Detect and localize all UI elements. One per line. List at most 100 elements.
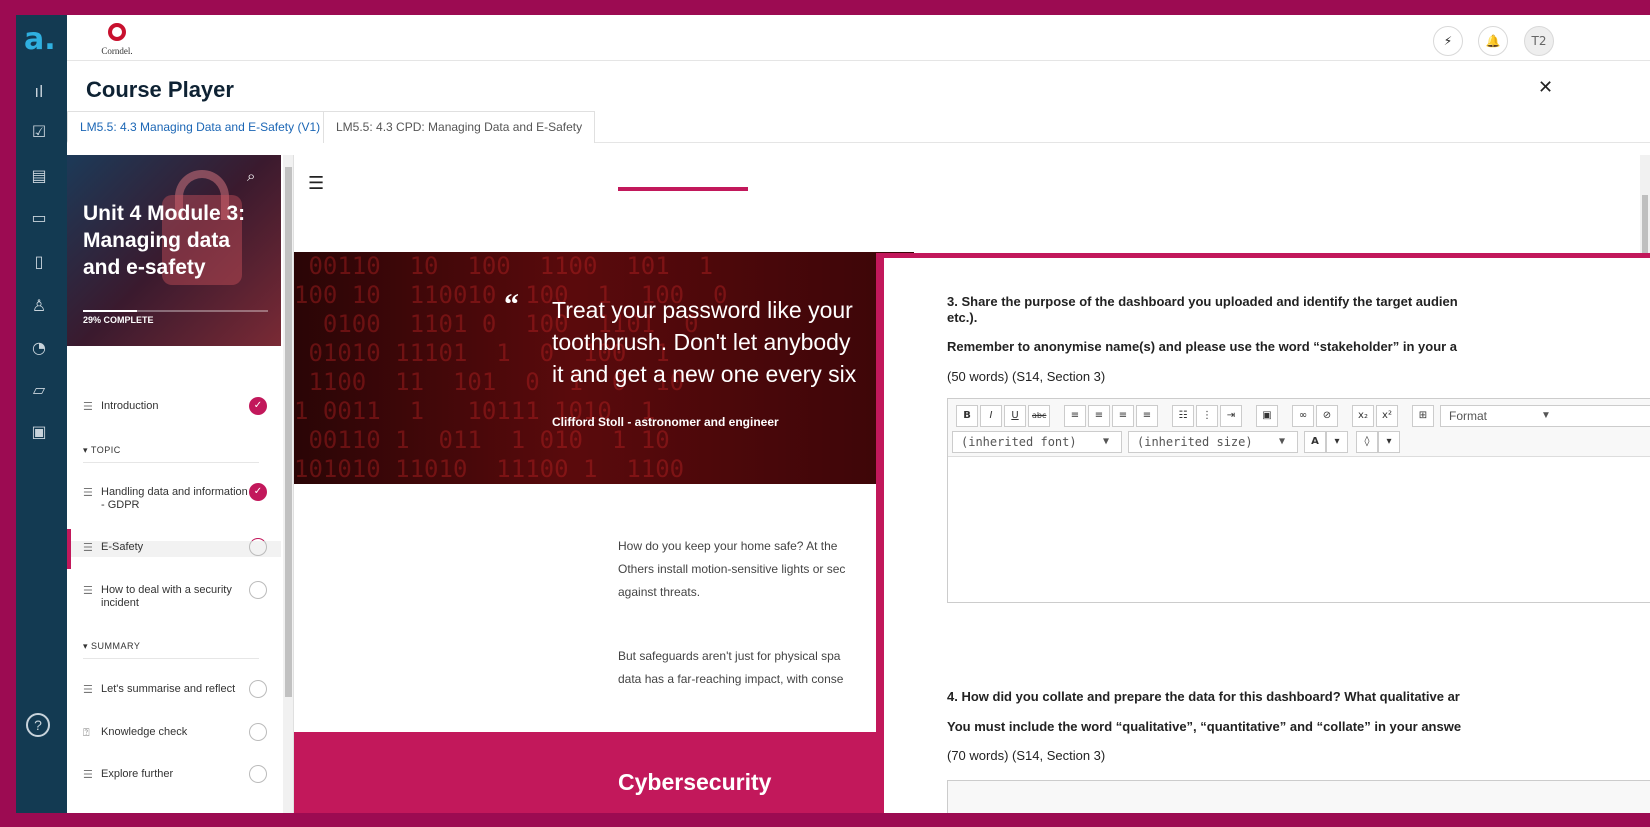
- quote-banner: 00110 10 100 1100 101 1 100 10 110010 10…: [294, 252, 914, 484]
- image-icon[interactable]: ▣: [1256, 405, 1278, 427]
- question-3-text-cont: etc.).: [947, 310, 978, 325]
- size-select[interactable]: (inherited size) ▼: [1128, 431, 1298, 453]
- bar-chart-icon[interactable]: ıl: [28, 81, 50, 103]
- chevron-down-icon: ▼: [1541, 410, 1551, 421]
- bullet-list-icon[interactable]: ☷: [1172, 405, 1194, 427]
- nav-rail: a. ıl ☑ ▤ ▭ ▯ ♙ ◔ ▱ ▣ ?: [16, 15, 67, 813]
- question-4-instruction: You must include the word “qualitative”,…: [947, 719, 1462, 734]
- assignment-panel: 3. Share the purpose of the dashboard yo…: [876, 253, 1650, 813]
- content-scroll-thumb[interactable]: [1642, 195, 1648, 255]
- complete-check-icon: ✓: [249, 483, 267, 501]
- align-right-icon[interactable]: ≡: [1112, 405, 1134, 427]
- quote-line: Treat your password like your: [552, 297, 853, 323]
- app-window: a. ıl ☑ ▤ ▭ ▯ ♙ ◔ ▱ ▣ ? Corndel. ⚡ 🔔 T2 …: [16, 15, 1650, 813]
- italic-button[interactable]: I: [980, 405, 1002, 427]
- course-progress-bar: [83, 310, 268, 312]
- paragraph-line: But safeguards aren't just for physical …: [618, 649, 841, 663]
- lesson-e-safety[interactable]: ☰ E-Safety: [67, 529, 281, 569]
- indent-icon[interactable]: ⇥: [1220, 405, 1242, 427]
- lesson-label: E-Safety: [101, 541, 144, 553]
- section-topic-label: TOPIC: [90, 445, 121, 455]
- font-select-value: (inherited font): [961, 435, 1077, 449]
- format-select-value: Format: [1449, 409, 1488, 423]
- flash-icon[interactable]: ⚡: [1433, 26, 1463, 56]
- lines-icon: ☰: [83, 541, 93, 554]
- align-justify-icon[interactable]: ≡: [1136, 405, 1158, 427]
- not-started-icon: [249, 581, 267, 599]
- question-4-meta: (70 words) (S14, Section 3): [947, 748, 1106, 763]
- complete-check-icon: ✓: [249, 397, 267, 415]
- clipboard-icon[interactable]: ▤: [28, 165, 50, 187]
- paragraph-line: against threats.: [618, 585, 701, 599]
- badge-icon[interactable]: ▱: [28, 379, 50, 401]
- intro-paragraph: How do you keep your home safe? At the O…: [618, 535, 918, 604]
- paragraph-line: data has a far-reaching impact, with con…: [618, 672, 844, 686]
- tab-cpd-managing-data[interactable]: LM5.5: 4.3 CPD: Managing Data and E-Safe…: [323, 111, 596, 143]
- align-left-icon[interactable]: ≡: [1064, 405, 1086, 427]
- format-select[interactable]: Format ▼: [1440, 405, 1650, 427]
- pie-chart-icon[interactable]: ◔: [28, 337, 50, 359]
- section-summary[interactable]: ▾ SUMMARY: [83, 641, 140, 652]
- corndel-mark-icon: [108, 23, 126, 41]
- not-started-icon: [249, 723, 267, 741]
- text-color-dropdown-icon[interactable]: ▾: [1326, 431, 1348, 453]
- bell-icon[interactable]: 🔔: [1478, 26, 1508, 56]
- hamburger-menu-icon[interactable]: ☰: [308, 173, 324, 194]
- question-3-instruction: Remember to anonymise name(s) and please…: [947, 339, 1458, 354]
- course-title: Unit 4 Module 3: Managing data and e-saf…: [83, 202, 246, 279]
- course-tabs: LM5.5: 4.3 Managing Data and E-Safety (V…: [67, 111, 1650, 143]
- numbered-list-icon[interactable]: ⋮: [1196, 405, 1218, 427]
- bold-button[interactable]: B: [956, 405, 978, 427]
- search-icon[interactable]: ⌕: [247, 167, 255, 185]
- help-icon[interactable]: ?: [26, 713, 50, 737]
- course-hero: ⌕ Unit 4 Module 3: Managing data and e-s…: [67, 155, 281, 346]
- close-icon[interactable]: ✕: [1538, 77, 1553, 98]
- app-logo[interactable]: a.: [24, 25, 56, 57]
- video-doc-icon[interactable]: ▣: [28, 421, 50, 443]
- table-icon[interactable]: ⊞: [1412, 405, 1434, 427]
- lesson-label: Knowledge check: [101, 726, 188, 738]
- document-icon[interactable]: ▯: [28, 251, 50, 273]
- divider: [83, 658, 259, 659]
- section-banner: Cybersecurity: [294, 732, 914, 813]
- text-color-button[interactable]: A: [1304, 431, 1326, 453]
- user-avatar[interactable]: T2: [1524, 26, 1554, 56]
- question-4-text: 4. How did you collate and prepare the d…: [947, 689, 1460, 704]
- user-icon[interactable]: ♙: [28, 295, 50, 317]
- unlink-icon[interactable]: ⊘: [1316, 405, 1338, 427]
- checkbox-icon[interactable]: ☑: [28, 121, 50, 143]
- strikethrough-button[interactable]: abc: [1028, 405, 1051, 427]
- lesson-label: Let's summarise and reflect: [101, 683, 236, 695]
- size-select-value: (inherited size): [1137, 435, 1253, 449]
- tab-managing-data-v1[interactable]: LM5.5: 4.3 Managing Data and E-Safety (V…: [67, 111, 334, 143]
- answer-editor-q4[interactable]: [947, 780, 1650, 813]
- bg-color-dropdown-icon[interactable]: ▾: [1378, 431, 1400, 453]
- divider: [83, 462, 259, 463]
- safeguards-paragraph: But safeguards aren't just for physical …: [618, 645, 918, 691]
- corndel-logo[interactable]: Corndel.: [97, 23, 137, 56]
- quote-text: Treat your password like your toothbrush…: [552, 294, 892, 390]
- chevron-down-icon: ▼: [1103, 436, 1110, 447]
- subscript-button[interactable]: x₂: [1352, 405, 1374, 427]
- superscript-button[interactable]: x²: [1376, 405, 1398, 427]
- answer-editor-q3[interactable]: B I U abc ≡ ≡ ≡ ≡ ☷ ⋮ ⇥ ▣ ∞ ⊘ x₂ x² ⊞ Fo…: [947, 398, 1650, 603]
- not-started-icon: [249, 765, 267, 783]
- top-bar: Corndel. ⚡ 🔔 T2: [67, 15, 1650, 61]
- link-icon[interactable]: ∞: [1292, 405, 1314, 427]
- question-box-icon: ⍰: [83, 726, 90, 739]
- section-title: Cybersecurity: [618, 769, 772, 795]
- lesson-label: Introduction: [101, 400, 159, 412]
- font-select[interactable]: (inherited font) ▼: [952, 431, 1122, 453]
- align-center-icon[interactable]: ≡: [1088, 405, 1110, 427]
- question-3-text: 3. Share the purpose of the dashboard yo…: [947, 294, 1458, 309]
- chat-icon[interactable]: ▭: [28, 207, 50, 229]
- lines-icon: ☰: [83, 768, 93, 781]
- paragraph-line: Others install motion-sensitive lights o…: [618, 562, 846, 576]
- editor-toolbar: [948, 781, 1650, 813]
- sidebar-scroll-thumb[interactable]: [285, 167, 292, 697]
- section-topic[interactable]: ▾ TOPIC: [83, 445, 121, 456]
- question-3-meta: (50 words) (S14, Section 3): [947, 369, 1106, 384]
- bg-color-button[interactable]: ◊: [1356, 431, 1378, 453]
- editor-toolbar: B I U abc ≡ ≡ ≡ ≡ ☷ ⋮ ⇥ ▣ ∞ ⊘ x₂ x² ⊞ Fo…: [948, 399, 1650, 457]
- underline-button[interactable]: U: [1004, 405, 1026, 427]
